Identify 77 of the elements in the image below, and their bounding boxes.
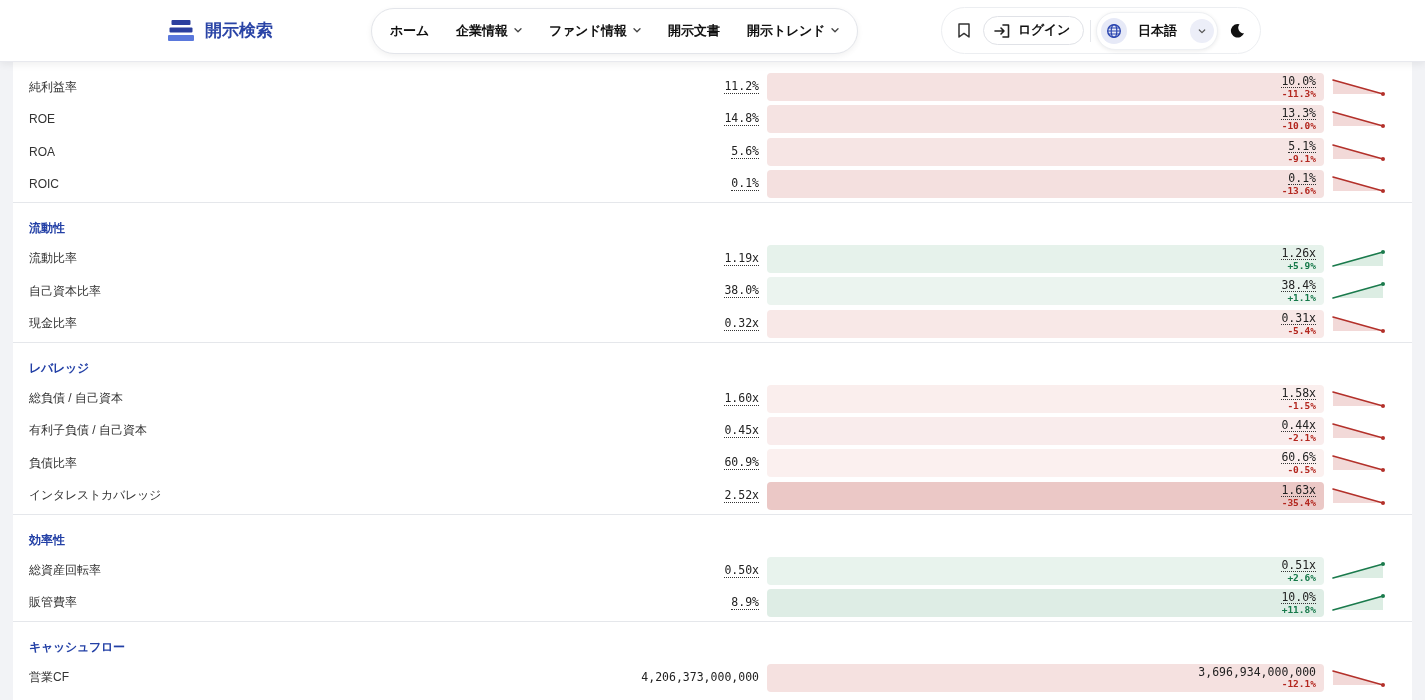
comparison-value: 13.3% (1281, 107, 1316, 121)
site-title[interactable]: 開示検索 (205, 19, 273, 42)
metric-value: 2.52x (724, 488, 759, 503)
change-percent: -9.1% (1287, 152, 1316, 164)
metric-value: 4,206,373,000,000 (641, 671, 759, 685)
change-percent: -13.6% (1281, 185, 1316, 196)
section-heading: レバレッジ (29, 360, 89, 376)
section-heading: 流動性 (29, 221, 65, 236)
comparison-value: 1.26x (1281, 247, 1316, 260)
globe-icon (1101, 17, 1127, 44)
comparison-value: 60.6% (1281, 451, 1316, 465)
metric-value: 11.2% (724, 80, 759, 94)
comparison-value: 38.4% (1281, 279, 1316, 293)
login-button[interactable]: ログイン (983, 16, 1084, 45)
metric-value: 5.6% (731, 144, 759, 159)
change-percent: -0.5% (1287, 464, 1316, 476)
metric-value: 1.60x (724, 391, 759, 406)
change-percent: -2.1% (1287, 431, 1316, 443)
comparison-value: 0.44x (1281, 418, 1316, 432)
change-percent: +2.6% (1287, 571, 1316, 583)
metric-label: 負債比率 (29, 454, 77, 472)
nav-link[interactable]: 開示トレンド (747, 21, 839, 40)
metric-label: ROA (29, 144, 55, 159)
change-percent: +1.1% (1287, 292, 1316, 304)
chevron-down-icon (633, 28, 641, 33)
comparison-value: 0.51x (1281, 558, 1316, 572)
comparison-value: 10.0% (1281, 75, 1316, 88)
change-percent: +11.8% (1281, 603, 1316, 615)
comparison-value: 10.0% (1281, 590, 1316, 604)
metric-label: 総負債 / 自己資本 (29, 390, 123, 408)
metric-value: 1.19x (724, 252, 759, 266)
nav-link[interactable]: 企業情報 (456, 21, 522, 40)
metric-value: 0.1% (731, 177, 759, 191)
logo-icon (168, 20, 194, 41)
change-percent: -5.4% (1287, 324, 1316, 336)
nav-link[interactable]: ホーム (390, 21, 429, 40)
comparison-value: 3,696,934,000,000 (1198, 666, 1316, 679)
comparison-value: 0.31x (1281, 311, 1316, 325)
metric-value: 0.50x (724, 563, 759, 578)
metric-value: 8.9% (731, 595, 759, 610)
metric-value: 60.9% (724, 456, 759, 471)
change-percent: -35.4% (1281, 496, 1316, 508)
comparison-value: 0.1% (1288, 172, 1316, 185)
metric-label: 自己資本比率 (29, 282, 101, 300)
change-percent: -1.5% (1287, 399, 1316, 411)
sign-in-icon (994, 23, 1010, 38)
metric-label: 純利益率 (29, 78, 77, 96)
metric-label: 現金比率 (29, 315, 77, 333)
nav-link[interactable]: 開示文書 (668, 21, 720, 40)
metric-label: 営業CF (29, 669, 69, 687)
metric-label: ROE (29, 112, 55, 127)
metric-value: 0.45x (724, 423, 759, 438)
chevron-down-icon (514, 28, 522, 33)
section-heading: キャッシュフロー (29, 639, 125, 655)
metric-value: 0.32x (724, 316, 759, 331)
metric-value: 38.0% (724, 284, 759, 299)
metric-label: 販管費率 (29, 594, 77, 612)
change-percent: -11.3% (1281, 88, 1316, 99)
metric-label: 総資産回転率 (29, 562, 101, 580)
moon-icon[interactable] (1230, 23, 1245, 38)
metric-label: インタレストカバレッジ (29, 487, 161, 505)
comparison-value: 5.1% (1288, 139, 1316, 153)
change-percent: -10.0% (1281, 120, 1316, 132)
metric-label: ROIC (29, 177, 59, 191)
section-heading: 効率性 (29, 532, 65, 548)
metric-label: 有利子負債 / 自己資本 (29, 422, 147, 440)
nav-link[interactable]: ファンド情報 (549, 21, 641, 40)
change-percent: -12.1% (1281, 678, 1316, 690)
language-label: 日本語 (1138, 21, 1177, 40)
language-selector[interactable]: 日本語 (1096, 11, 1218, 50)
metric-label: 流動比率 (29, 250, 77, 268)
change-percent: +5.9% (1287, 260, 1316, 271)
metric-value: 14.8% (724, 112, 759, 127)
comparison-value: 1.58x (1281, 386, 1316, 400)
comparison-value: 1.63x (1281, 483, 1316, 497)
chevron-down-icon (831, 28, 839, 33)
bookmark-icon[interactable] (958, 23, 970, 38)
